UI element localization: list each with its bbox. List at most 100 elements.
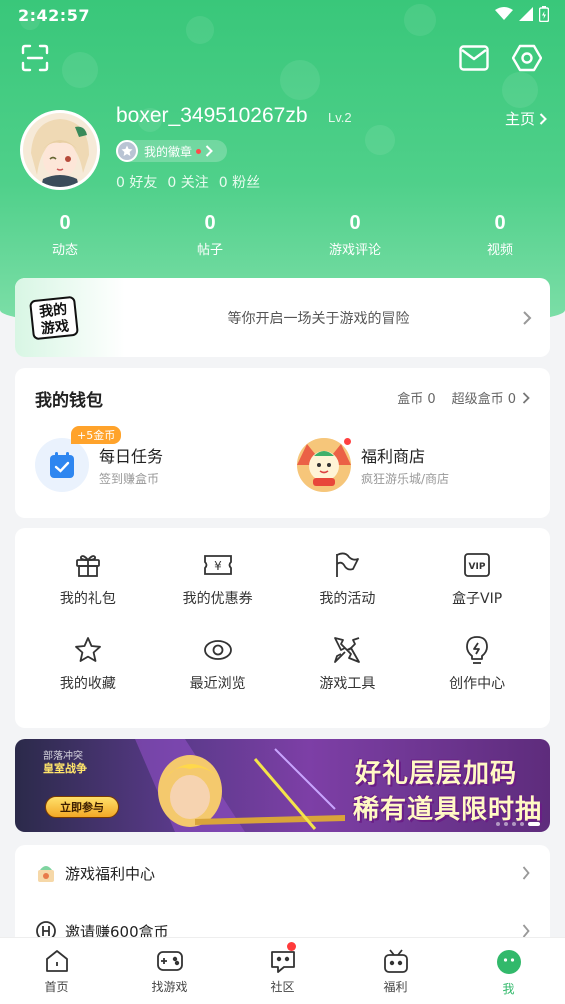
wallet-title: 我的钱包: [35, 391, 103, 411]
gamepad-icon: [156, 951, 183, 971]
message-button[interactable]: [456, 40, 492, 76]
grid-item-creator-center[interactable]: 创作中心: [412, 633, 542, 718]
tab-community[interactable]: 社区: [226, 938, 339, 1004]
calendar-icon: +5金币: [35, 426, 122, 492]
scan-button[interactable]: [17, 40, 53, 76]
home-icon: [45, 950, 68, 972]
grid-item-label: 我的活动: [319, 591, 376, 607]
badge-star-icon: [116, 140, 138, 162]
stat-game-reviews[interactable]: 0 游戏评论: [310, 212, 400, 258]
wifi-icon: [495, 7, 513, 20]
shop-title: 福利商店: [361, 447, 426, 466]
grid-item-history[interactable]: 最近浏览: [153, 633, 283, 718]
grid-item-label: 创作中心: [449, 676, 506, 692]
my-games-logo: 我的游戏: [15, 278, 125, 357]
daily-task-title: 每日任务: [99, 447, 164, 466]
tab-label: 找游戏: [151, 980, 188, 994]
grid-item-gifts[interactable]: 我的礼包: [23, 548, 153, 633]
svg-text:VIP: VIP: [469, 562, 486, 572]
homepage-label: 主页: [504, 110, 535, 128]
community-notification-dot: [287, 942, 296, 951]
list-item-welfare-center[interactable]: 游戏福利中心: [15, 845, 550, 901]
chevron-right-icon: [522, 391, 530, 404]
stat-label: 帖子: [196, 243, 223, 258]
chevron-right-icon: [205, 145, 213, 157]
tab-label: 社区: [270, 980, 295, 994]
promo-game-line1: 部落冲突: [43, 751, 83, 762]
level-badge: Lv.2: [328, 110, 352, 125]
star-icon: [74, 637, 101, 662]
username: boxer_349510267zb: [116, 104, 308, 127]
shop-subtitle: 疯狂游乐城/商店: [361, 472, 450, 486]
list-item-label: 游戏福利中心: [65, 864, 156, 883]
banner-slogan: 等你开启一场关于游戏的冒险: [227, 310, 410, 327]
carousel-dot-active: [528, 822, 540, 826]
signal-icon: [519, 7, 533, 21]
coin-reward-tag: +5金币: [71, 426, 122, 444]
status-bar: 2:42:57: [0, 0, 565, 32]
fans-count[interactable]: 0 粉丝: [219, 172, 260, 192]
join-now-button[interactable]: 立即参与: [45, 796, 119, 818]
settings-icon: [512, 44, 542, 72]
stat-posts-feed[interactable]: 0 动态: [20, 212, 110, 258]
stat-videos[interactable]: 0 视频: [455, 212, 545, 258]
grid-item-coupons[interactable]: ¥ 我的优惠券: [153, 548, 283, 633]
my-badges-button[interactable]: 我的徽章: [116, 140, 228, 162]
welfare-icon: [35, 862, 57, 884]
carousel-dot: [520, 822, 524, 826]
tab-me[interactable]: 我: [452, 938, 565, 1004]
super-box-coins: 超级盒币 0: [451, 392, 516, 407]
tab-label: 我: [502, 982, 515, 996]
avatar-image: [23, 113, 97, 187]
promo-headline-2: 稀有道具限时抽: [353, 795, 543, 825]
grid-item-label: 游戏工具: [319, 676, 376, 692]
grid-item-label: 我的礼包: [59, 591, 116, 607]
grid-item-favorites[interactable]: 我的收藏: [23, 633, 153, 718]
stat-label: 动态: [51, 243, 78, 258]
chevron-right-icon: [522, 866, 530, 880]
welfare-tab-icon: [383, 949, 408, 973]
status-time: 2:42:57: [18, 6, 90, 25]
homepage-link[interactable]: 主页: [505, 108, 547, 129]
daily-task[interactable]: +5金币 每日任务 签到赚盒币: [35, 426, 164, 492]
grid-item-label: 我的收藏: [59, 676, 116, 692]
stat-value: 0: [494, 212, 506, 234]
welfare-shop[interactable]: 福利商店 疯狂游乐城/商店: [297, 438, 449, 492]
avatar[interactable]: [20, 110, 100, 190]
following-count[interactable]: 0 关注: [167, 172, 208, 192]
chevron-right-icon: [523, 310, 532, 325]
grid-item-label: 我的优惠券: [182, 591, 253, 607]
stat-value: 0: [349, 212, 361, 234]
svg-text:¥: ¥: [214, 559, 222, 573]
my-games-banner[interactable]: 我的游戏 等你开启一场关于游戏的冒险: [15, 278, 550, 357]
carousel-dot: [512, 822, 516, 826]
wallet-balance[interactable]: 盒币 0 超级盒币 0: [397, 388, 530, 407]
carousel-dot: [496, 822, 500, 826]
carousel-indicator: [496, 822, 540, 826]
profile-stats: 0 动态 0 帖子 0 游戏评论 0 视频: [20, 212, 545, 258]
chevron-right-icon: [539, 112, 547, 125]
tab-label: 首页: [44, 980, 69, 994]
flag-icon: [336, 552, 360, 577]
bottom-tab-bar: 首页 找游戏 社区 福利 我: [0, 937, 565, 1004]
mail-icon: [459, 45, 489, 71]
eye-icon: [203, 640, 232, 660]
tab-home[interactable]: 首页: [0, 938, 113, 1004]
community-icon: [270, 951, 295, 973]
feature-grid: 我的礼包 ¥ 我的优惠券 我的活动 VIP 盒子VIP 我的收藏 最近浏览 游戏…: [15, 528, 550, 728]
promo-game-name: 部落冲突 皇室战争: [43, 751, 87, 775]
grid-item-vip[interactable]: VIP 盒子VIP: [412, 548, 542, 633]
settings-button[interactable]: [509, 40, 545, 76]
tab-find-games[interactable]: 找游戏: [113, 938, 226, 1004]
chevron-right-icon: [522, 924, 530, 938]
friends-count[interactable]: 0 好友: [116, 172, 157, 192]
vip-icon: VIP: [464, 553, 491, 577]
stat-threads[interactable]: 0 帖子: [165, 212, 255, 258]
promo-banner[interactable]: 部落冲突 皇室战争 立即参与 好礼层层加码 稀有道具限时抽: [15, 739, 550, 832]
stat-label: 视频: [486, 243, 513, 258]
badge-notification-dot: [196, 148, 202, 154]
grid-item-game-tools[interactable]: 游戏工具: [283, 633, 413, 718]
tab-welfare[interactable]: 福利: [339, 938, 452, 1004]
stat-value: 0: [59, 212, 71, 234]
grid-item-activities[interactable]: 我的活动: [283, 548, 413, 633]
